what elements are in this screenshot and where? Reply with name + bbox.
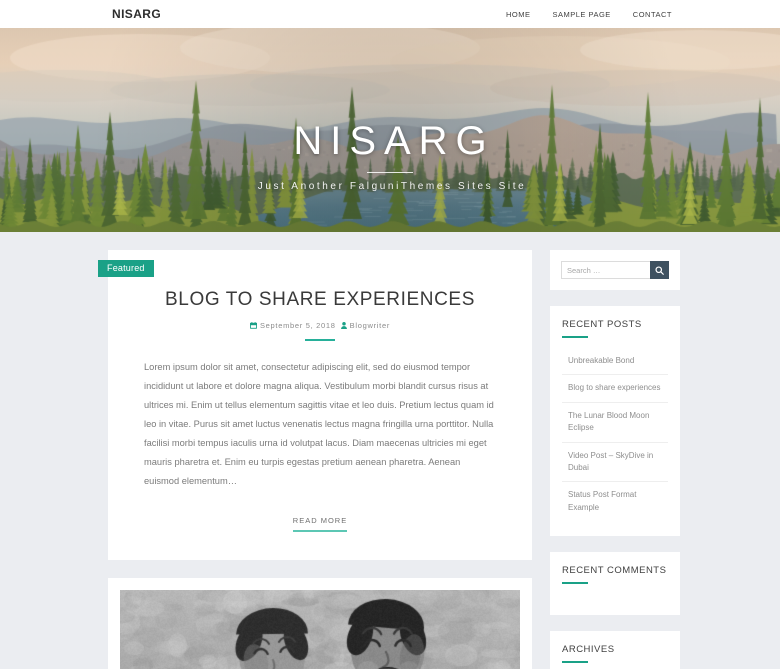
search-form bbox=[561, 261, 669, 279]
recent-post-link[interactable]: The Lunar Blood Moon Eclipse bbox=[562, 403, 668, 442]
post-excerpt: Lorem ipsum dolor sit amet, consectetur … bbox=[144, 358, 496, 491]
widget-divider bbox=[562, 661, 588, 663]
post-date: September 5, 2018 bbox=[250, 321, 336, 330]
main-content: Featured BLOG TO SHARE EXPERIENCES Septe… bbox=[108, 250, 532, 669]
featured-post-card: Featured BLOG TO SHARE EXPERIENCES Septe… bbox=[108, 250, 532, 560]
post-title[interactable]: BLOG TO SHARE EXPERIENCES bbox=[144, 289, 496, 312]
widget-recent-posts: RECENT POSTS Unbreakable Bond Blog to sh… bbox=[550, 306, 680, 536]
post-author: Blogwriter bbox=[341, 321, 390, 330]
post-author-label[interactable]: Blogwriter bbox=[350, 321, 390, 330]
widget-recent-comments: RECENT COMMENTS bbox=[550, 552, 680, 615]
site-header: NISARG HOME SAMPLE PAGE CONTACT bbox=[0, 0, 780, 28]
recent-posts-list: Unbreakable Bond Blog to share experienc… bbox=[562, 348, 668, 521]
title-divider bbox=[305, 339, 335, 341]
recent-post-link[interactable]: Blog to share experiences bbox=[562, 375, 668, 401]
widget-divider bbox=[562, 582, 588, 584]
search-icon bbox=[655, 266, 664, 275]
nav-link-sample-page[interactable]: SAMPLE PAGE bbox=[553, 10, 611, 19]
hero-tagline: Just Another FalguniThemes Sites Site bbox=[254, 181, 527, 192]
widget-search bbox=[550, 250, 680, 290]
read-more-button[interactable]: READ MORE bbox=[293, 516, 347, 532]
hero-banner: NISARG Just Another FalguniThemes Sites … bbox=[0, 28, 780, 232]
widget-archives: ARCHIVES September 2018 bbox=[550, 631, 680, 669]
recent-post-link[interactable]: Status Post Format Example bbox=[562, 482, 668, 521]
post-meta: September 5, 2018 Blogwriter bbox=[144, 321, 496, 330]
list-item: Status Post Format Example bbox=[562, 482, 668, 521]
sidebar: RECENT POSTS Unbreakable Bond Blog to sh… bbox=[550, 250, 680, 669]
list-item: Video Post – SkyDive in Dubai bbox=[562, 443, 668, 483]
search-submit-button[interactable] bbox=[650, 261, 669, 279]
widget-title: RECENT COMMENTS bbox=[562, 565, 668, 576]
widget-title: RECENT POSTS bbox=[562, 319, 668, 330]
list-item: Blog to share experiences bbox=[562, 375, 668, 402]
hero-title: NISARG bbox=[285, 121, 494, 161]
hero-content: NISARG Just Another FalguniThemes Sites … bbox=[0, 28, 780, 232]
post-date-label: September 5, 2018 bbox=[260, 321, 336, 330]
status-badge: Featured bbox=[98, 260, 154, 277]
widget-title: ARCHIVES bbox=[562, 644, 668, 655]
read-more-wrapper: READ MORE bbox=[144, 510, 496, 532]
hero-divider bbox=[367, 172, 413, 173]
post-featured-image[interactable] bbox=[120, 590, 520, 669]
page-body: Featured BLOG TO SHARE EXPERIENCES Septe… bbox=[0, 232, 780, 669]
post-featured-image-canvas bbox=[120, 590, 520, 669]
widget-divider bbox=[562, 336, 588, 338]
list-item: Unbreakable Bond bbox=[562, 348, 668, 375]
recent-comments-empty bbox=[562, 594, 668, 600]
nav-link-contact[interactable]: CONTACT bbox=[633, 10, 672, 19]
recent-post-link[interactable]: Unbreakable Bond bbox=[562, 348, 668, 374]
list-item: The Lunar Blood Moon Eclipse bbox=[562, 403, 668, 443]
recent-post-link[interactable]: Video Post – SkyDive in Dubai bbox=[562, 443, 668, 482]
nav-link-home[interactable]: HOME bbox=[506, 10, 531, 19]
main-navigation: HOME SAMPLE PAGE CONTACT bbox=[506, 10, 672, 19]
second-post-card bbox=[108, 578, 532, 669]
calendar-icon bbox=[250, 322, 257, 329]
site-logo[interactable]: NISARG bbox=[112, 7, 161, 21]
search-input[interactable] bbox=[561, 261, 650, 279]
user-icon bbox=[341, 322, 347, 329]
